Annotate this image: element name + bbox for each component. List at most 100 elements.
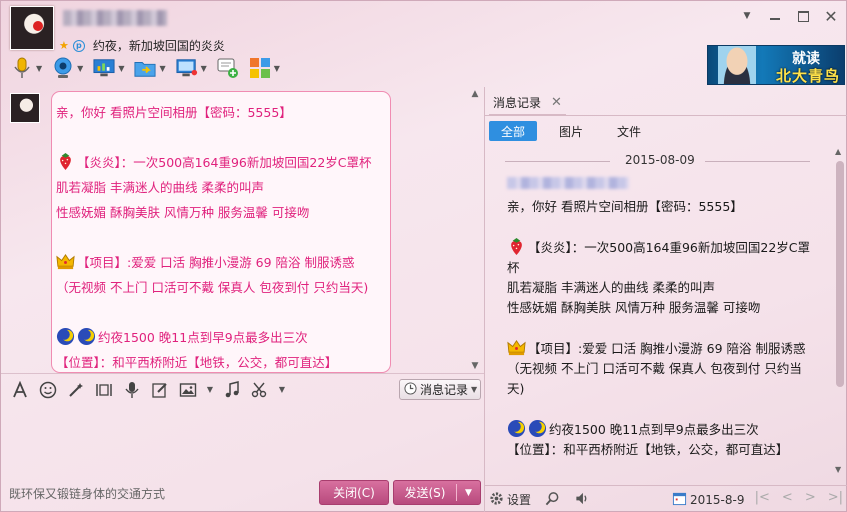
record-line: （无视频 不上门 口活可不戴 保真人 包夜到付 只约当天) — [507, 361, 802, 396]
maximize-icon[interactable] — [796, 9, 810, 23]
prev-page-icon[interactable]: < — [782, 490, 793, 505]
send-options-chevron-icon[interactable]: ▼ — [457, 488, 480, 498]
scroll-up-icon[interactable]: ▲ — [835, 147, 841, 156]
filter-files[interactable]: 文件 — [605, 121, 653, 141]
apps-button[interactable]: ▼ — [247, 55, 282, 81]
status-line: ★ p 约夜，新加坡回国的炎炎 — [59, 37, 225, 54]
record-scrollbar[interactable]: ▲ ▼ — [835, 147, 845, 477]
record-line: 【位置】：和平西桥附近【地铁，公交，都可直达】 — [507, 442, 789, 457]
message-record-button[interactable]: 消息记录 ▼ — [399, 379, 481, 400]
close-tab-icon[interactable]: ✕ — [551, 95, 562, 110]
strawberry-icon — [507, 237, 526, 256]
first-page-icon[interactable]: |< — [755, 490, 770, 505]
crown-icon — [56, 252, 75, 271]
chat-scrollbar[interactable]: ▲ ▼ — [469, 87, 481, 373]
chevron-down-icon[interactable]: ▼ — [201, 64, 207, 73]
window-controls: ▼ ✕ — [740, 7, 838, 26]
scroll-down-icon[interactable]: ▼ — [469, 361, 481, 373]
moon-icon — [77, 327, 96, 346]
ad-line-2: 北大青鸟 — [775, 67, 840, 85]
record-filters: 全部 图片 文件 — [489, 121, 653, 141]
record-pager: |< < > >| — [755, 490, 843, 505]
next-page-icon[interactable]: > — [805, 490, 816, 505]
crown-icon — [507, 338, 526, 357]
main-toolbar: ▼ ▼ ▼ ▼ ▼ ▼ — [9, 55, 282, 81]
chat-line: 肌若凝脂 丰满迷人的曲线 柔柔的叫声 — [56, 180, 264, 195]
chevron-down-icon[interactable]: ▼ — [205, 379, 215, 401]
settings-button[interactable]: 设置 — [489, 491, 531, 509]
voice-message-icon[interactable] — [121, 379, 143, 401]
moon-icon — [56, 327, 75, 346]
date-picker-value: 2015-8-9 — [690, 492, 745, 507]
sender-name-blurred — [507, 177, 629, 189]
chat-line: 约夜1500 晚11点到早9点最多出三次 — [56, 325, 386, 350]
send-button[interactable]: 发送(S) ▼ — [393, 480, 481, 505]
close-icon[interactable]: ✕ — [824, 7, 838, 26]
monitor-chart-icon — [93, 57, 115, 79]
scroll-down-icon[interactable]: ▼ — [835, 465, 841, 474]
screen-share-button[interactable]: ▼ — [91, 55, 126, 81]
speaker-icon[interactable] — [574, 491, 590, 509]
menu-dropdown-icon[interactable]: ▼ — [740, 9, 754, 23]
record-line: 【项目】:爱爱 口活 胸推小漫游 69 陪浴 制服诱惑 — [507, 338, 817, 359]
scissors-icon[interactable] — [249, 379, 271, 401]
music-icon[interactable] — [221, 379, 243, 401]
video-call-button[interactable]: ▼ — [50, 55, 85, 81]
emoji-icon[interactable] — [37, 379, 59, 401]
contact-nickname-blurred — [63, 10, 167, 26]
record-line: 亲，你好 看照片空间相册【密码：5555】 — [507, 199, 743, 214]
record-history: 亲，你好 看照片空间相册【密码：5555】 【炎炎】：一次500高164重96新… — [507, 197, 817, 460]
record-line: 性感妩媚 酥胸美肤 风情万种 服务温馨 可接吻 — [507, 300, 761, 315]
scrollbar-thumb[interactable] — [836, 161, 844, 387]
chevron-down-icon[interactable]: ▼ — [118, 64, 124, 73]
folder-arrow-icon — [134, 57, 157, 79]
image-icon[interactable] — [177, 379, 199, 401]
date-picker[interactable]: 2015-8-9 — [672, 491, 744, 509]
screenshot-icon[interactable] — [93, 379, 115, 401]
chevron-down-icon[interactable]: ▼ — [77, 64, 83, 73]
chevron-down-icon[interactable]: ▼ — [277, 379, 287, 401]
message-bubble: 亲，你好 看照片空间相册【密码：5555】 【炎炎】：一次500高164重96新… — [51, 91, 391, 373]
contact-avatar[interactable] — [10, 6, 54, 50]
moon-icon — [528, 419, 547, 438]
search-icon[interactable] — [545, 491, 560, 509]
webcam-icon — [52, 57, 74, 79]
gear-icon — [489, 491, 504, 509]
ad-banner[interactable]: 就读 北大青鸟 — [707, 45, 845, 85]
close-button[interactable]: 关闭(C) — [319, 480, 389, 505]
edit-icon[interactable] — [149, 379, 171, 401]
chat-line: （无视频 不上门 口活可不戴 保真人 包夜到付 只约当天) — [56, 280, 369, 295]
scroll-up-icon[interactable]: ▲ — [469, 89, 481, 101]
date-header: 2015-08-09 — [625, 153, 695, 167]
record-line: 【炎炎】：一次500高164重96新加坡回国22岁C罩杯 — [507, 237, 817, 278]
sender-avatar[interactable] — [10, 93, 40, 123]
tab-message-record[interactable]: 消息记录 ✕ — [489, 91, 566, 115]
chat-line: 亲，你好 看照片空间相册【密码：5555】 — [56, 105, 292, 120]
font-icon[interactable] — [9, 379, 31, 401]
chat-line: 【位置】：和平西桥附近【地铁，公交，都可直达】 — [56, 355, 338, 370]
p-icon: p — [72, 39, 85, 52]
remote-assist-button[interactable]: ▼ — [174, 55, 209, 81]
chat-add-icon — [217, 57, 239, 79]
filter-images[interactable]: 图片 — [547, 121, 595, 141]
chevron-down-icon: ▼ — [471, 385, 478, 394]
ad-tip-text[interactable]: 既环保又锻链身体的交通方式 — [9, 485, 165, 502]
calendar-icon — [672, 491, 687, 509]
magic-wand-icon[interactable] — [65, 379, 87, 401]
settings-label: 设置 — [507, 493, 532, 507]
message-input[interactable] — [1, 405, 484, 477]
message-record-label: 消息记录 — [420, 383, 469, 397]
new-discussion-button[interactable] — [215, 55, 241, 81]
tab-label: 消息记录 — [493, 96, 542, 110]
minimize-icon[interactable] — [768, 9, 782, 23]
chat-line: 性感妩媚 酥胸美肤 风情万种 服务温馨 可接吻 — [56, 205, 310, 220]
voice-call-button[interactable]: ▼ — [9, 55, 44, 81]
last-page-icon[interactable]: >| — [828, 490, 843, 505]
chevron-down-icon[interactable]: ▼ — [159, 64, 165, 73]
clock-icon — [404, 381, 417, 398]
send-file-button[interactable]: ▼ — [132, 55, 167, 81]
chevron-down-icon[interactable]: ▼ — [36, 64, 42, 73]
ad-person-image — [718, 46, 756, 84]
chevron-down-icon[interactable]: ▼ — [274, 64, 280, 73]
filter-all[interactable]: 全部 — [489, 121, 538, 141]
